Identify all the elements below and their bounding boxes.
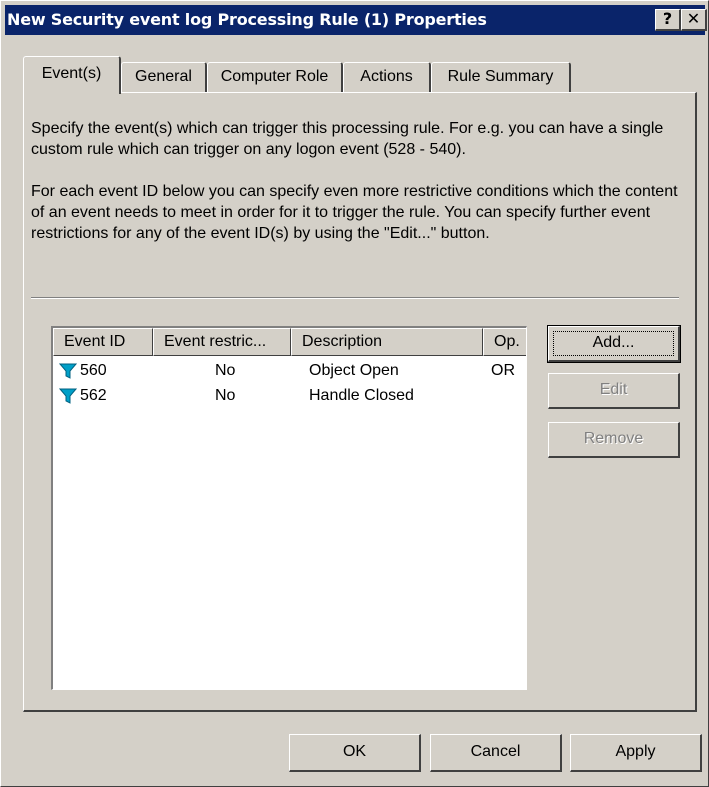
close-button[interactable]: ✕: [681, 9, 707, 31]
title-bar[interactable]: New Security event log Processing Rule (…: [5, 5, 707, 35]
column-header-description[interactable]: Description: [291, 328, 483, 356]
event-id-cell: 562: [80, 387, 107, 404]
filter-icon: [59, 388, 77, 404]
window-title: New Security event log Processing Rule (…: [7, 10, 487, 29]
list-header: Event ID Event restric... Description Op…: [53, 328, 526, 356]
apply-button[interactable]: Apply: [570, 734, 702, 772]
column-header-event-restriction[interactable]: Event restric...: [153, 328, 291, 356]
description-paragraph-1: Specify the event(s) which can trigger t…: [31, 120, 664, 158]
description-paragraph-2: For each event ID below you can specify …: [31, 183, 678, 242]
tab-rule-summary[interactable]: Rule Summary: [431, 62, 571, 92]
description-cell: Object Open: [309, 362, 399, 379]
tab-computer-role[interactable]: Computer Role: [207, 62, 343, 92]
column-header-event-id[interactable]: Event ID: [53, 328, 153, 356]
remove-button[interactable]: Remove: [548, 422, 680, 458]
table-row[interactable]: 560 No Object Open OR: [53, 359, 526, 385]
ok-button[interactable]: OK: [289, 734, 421, 772]
separator-line: [31, 297, 679, 299]
description-cell: Handle Closed: [309, 387, 414, 404]
op-cell: OR: [491, 362, 515, 379]
event-id-cell: 560: [80, 362, 107, 379]
event-list[interactable]: Event ID Event restric... Description Op…: [51, 326, 527, 690]
table-row[interactable]: 562 No Handle Closed: [53, 384, 526, 410]
edit-button[interactable]: Edit: [548, 373, 680, 409]
restriction-cell: No: [215, 387, 236, 404]
filter-icon: [59, 363, 77, 379]
tab-actions[interactable]: Actions: [343, 62, 431, 92]
tab-events[interactable]: Event(s): [23, 56, 121, 94]
properties-dialog: New Security event log Processing Rule (…: [0, 0, 709, 787]
restriction-cell: No: [215, 362, 236, 379]
remove-button-label: Remove: [583, 430, 644, 447]
focus-rectangle: [553, 331, 674, 356]
column-header-op[interactable]: Op.: [483, 328, 526, 356]
edit-button-label: Edit: [599, 381, 628, 398]
tab-general[interactable]: General: [121, 62, 207, 92]
cancel-button[interactable]: Cancel: [430, 734, 562, 772]
add-button[interactable]: Add...: [547, 325, 681, 363]
help-button[interactable]: ?: [655, 9, 681, 31]
